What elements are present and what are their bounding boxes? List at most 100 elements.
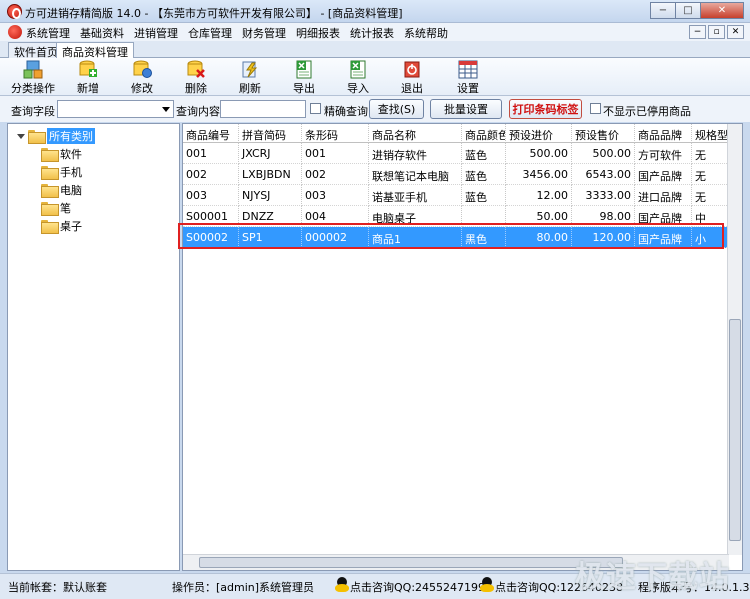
folder-icon (41, 220, 59, 234)
menu-help[interactable]: 系统帮助 (404, 25, 448, 41)
tree-node-label: 笔 (60, 202, 71, 215)
category-tree: 所有类别 软件 手机 电脑 笔 桌子 (7, 123, 180, 571)
grid-header: 商品编号 拼音简码 条形码 商品名称 商品颜色 预设进价 预设售价 商品品牌 规… (183, 124, 742, 145)
folder-icon (41, 148, 59, 162)
cell-spec: 无 (692, 185, 729, 206)
tree-node-label: 手机 (60, 166, 82, 179)
category-icon (23, 60, 43, 79)
horizontal-scroll-thumb[interactable] (199, 557, 623, 568)
export-label: 导出 (293, 82, 315, 95)
delete-icon (186, 60, 206, 79)
import-button[interactable]: 导入 (330, 60, 386, 95)
cell-pinyin: NJYSJ (239, 185, 302, 206)
cell-name: 联想笔记本电脑 (369, 164, 462, 185)
edit-label: 修改 (131, 82, 153, 95)
close-button[interactable]: ✕ (700, 2, 744, 19)
toolbar: 分类操作 新增 修改 删除 刷新 导出 导入 退出 设置 (0, 58, 750, 96)
add-button[interactable]: 新增 (60, 60, 116, 95)
minimize-button[interactable]: − (650, 2, 676, 19)
col-header-spec[interactable]: 规格型号 (692, 124, 729, 143)
menu-finance[interactable]: 财务管理 (242, 25, 286, 41)
refresh-button[interactable]: 刷新 (222, 60, 278, 95)
table-row[interactable]: 001 JXCRJ 001 进销存软件 蓝色 500.00 500.00 方可软… (183, 143, 742, 164)
col-header-pinyin[interactable]: 拼音简码 (239, 124, 302, 143)
col-header-price[interactable]: 预设售价 (572, 124, 635, 143)
menu-basic-data[interactable]: 基础资料 (80, 25, 124, 41)
mdi-close-button[interactable]: ✕ (727, 25, 744, 39)
add-label: 新增 (77, 82, 99, 95)
col-header-code[interactable]: 商品编号 (183, 124, 239, 143)
window-title: 方可进销存精简版 14.0 - 【东莞市方可软件开发有限公司】 - [商品资料管… (25, 7, 403, 20)
expand-icon[interactable] (17, 133, 25, 139)
add-icon (78, 60, 98, 79)
cell-cost: 3456.00 (506, 164, 572, 185)
table-row[interactable]: 002 LXBJBDN 002 联想笔记本电脑 蓝色 3456.00 6543.… (183, 164, 742, 185)
cell-price: 6543.00 (572, 164, 635, 185)
col-header-brand[interactable]: 商品品牌 (635, 124, 692, 143)
menu-purchase-sales[interactable]: 进销管理 (134, 25, 178, 41)
tree-node-pen[interactable]: 笔 (41, 200, 71, 216)
delete-label: 删除 (185, 82, 207, 95)
tab-product-management[interactable]: 商品资料管理 (56, 42, 134, 59)
menu-warehouse[interactable]: 仓库管理 (188, 25, 232, 41)
cell-code: 001 (183, 143, 239, 164)
cell-barcode: 003 (302, 185, 369, 206)
col-header-color[interactable]: 商品颜色 (462, 124, 506, 143)
tree-node-software[interactable]: 软件 (41, 146, 82, 162)
refresh-icon (240, 60, 260, 79)
exact-query-checkbox[interactable] (310, 103, 321, 114)
mdi-logo-icon (8, 25, 22, 39)
print-barcode-button[interactable]: 打印条码标签 (509, 99, 582, 119)
cell-color: 蓝色 (462, 143, 506, 164)
export-button[interactable]: 导出 (276, 60, 332, 95)
cell-pinyin: LXBJBDN (239, 164, 302, 185)
tree-node-desk[interactable]: 桌子 (41, 218, 82, 234)
vertical-scrollbar[interactable] (727, 124, 742, 555)
mdi-controls: − ▫ ✕ (687, 25, 744, 39)
query-field-select[interactable] (57, 100, 174, 118)
tree-node-phone[interactable]: 手机 (41, 164, 82, 180)
cell-brand: 进口品牌 (635, 185, 692, 206)
exit-label: 退出 (401, 82, 423, 95)
maximize-button[interactable]: □ (675, 2, 701, 19)
folder-icon (28, 130, 46, 144)
cell-brand: 国产品牌 (635, 164, 692, 185)
tree-node-computer[interactable]: 电脑 (41, 182, 82, 198)
query-field-label: 查询字段 (11, 105, 55, 118)
refresh-label: 刷新 (239, 82, 261, 95)
cell-color: 蓝色 (462, 185, 506, 206)
table-row[interactable]: 003 NJYSJ 003 诺基亚手机 蓝色 12.00 3333.00 进口品… (183, 185, 742, 206)
cell-price: 3333.00 (572, 185, 635, 206)
vertical-scroll-thumb[interactable] (729, 319, 741, 541)
batch-settings-button[interactable]: 批量设置 (430, 99, 502, 119)
tree-node-all[interactable]: 所有类别 (17, 128, 95, 144)
mdi-restore-button[interactable]: ▫ (708, 25, 725, 39)
current-account: 当前帐套：默认账套 (8, 581, 107, 594)
menu-system[interactable]: 系统管理 (26, 25, 70, 41)
cell-barcode: 002 (302, 164, 369, 185)
menu-detail-reports[interactable]: 明细报表 (296, 25, 340, 41)
category-label: 分类操作 (11, 82, 55, 95)
qq-consult-link-1[interactable]: 点击咨询QQ:2455247199 (350, 579, 485, 595)
delete-button[interactable]: 删除 (168, 60, 224, 95)
col-header-barcode[interactable]: 条形码 (302, 124, 369, 143)
mdi-minimize-button[interactable]: − (689, 25, 706, 39)
col-header-name[interactable]: 商品名称 (369, 124, 462, 143)
document-tabs: 软件首页 商品资料管理 (0, 41, 750, 59)
qq-icon[interactable] (480, 577, 494, 593)
folder-icon (41, 166, 59, 180)
category-button[interactable]: 分类操作 (5, 60, 61, 95)
cell-spec: 无 (692, 164, 729, 185)
cell-pinyin: JXCRJ (239, 143, 302, 164)
settings-button[interactable]: 设置 (440, 60, 496, 95)
hide-disabled-checkbox[interactable] (590, 103, 601, 114)
qq-icon[interactable] (335, 577, 349, 593)
col-header-cost[interactable]: 预设进价 (506, 124, 572, 143)
hide-disabled-label: 不显示已停用商品 (603, 105, 691, 118)
edit-button[interactable]: 修改 (114, 60, 170, 95)
find-button[interactable]: 查找(S) (369, 99, 424, 119)
menu-stat-reports[interactable]: 统计报表 (350, 25, 394, 41)
exact-query-label: 精确查询 (324, 105, 368, 118)
query-content-input[interactable] (220, 100, 306, 118)
exit-button[interactable]: 退出 (384, 60, 440, 95)
